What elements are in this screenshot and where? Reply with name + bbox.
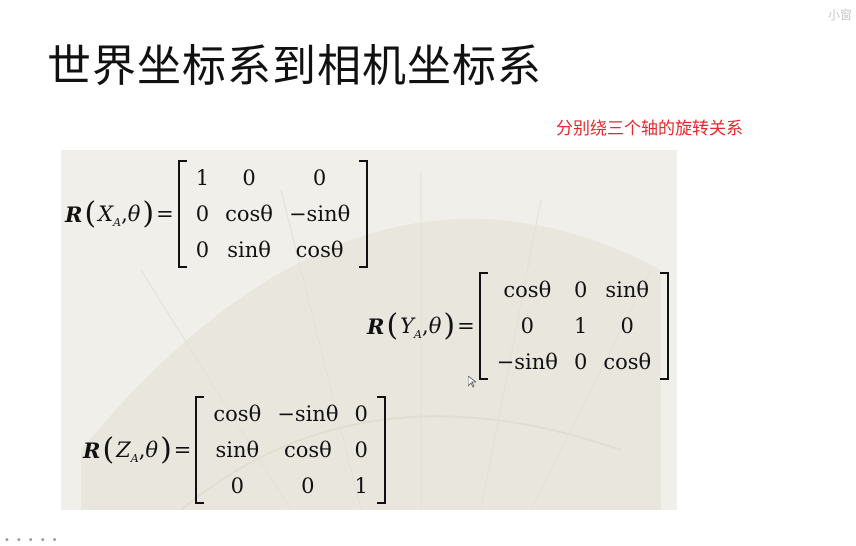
matrix-cell: 0 [312,166,327,190]
rotation-symbol: R [65,201,83,227]
slide-title: 世界坐标系到相机坐标系 [47,41,542,92]
matrix-cell: cosθ [283,438,332,462]
matrix-cell: sinθ [605,278,650,302]
matrix-cell: 1 [195,166,210,190]
matrix-cell: cosθ [503,278,552,302]
matrix-cell: 0 [242,166,256,190]
matrix-cell: cosθ [603,350,652,374]
matrix-y: cosθ 0 sinθ 0 1 0 −sinθ 0 cosθ [478,272,670,380]
axis-label: Y [400,314,415,338]
rotation-x-lhs: R ( XA,θ ) = [65,196,174,231]
rotation-symbol: R [367,313,385,339]
equals-sign: = [457,314,475,338]
matrix-cell: 0 [354,402,368,426]
matrix-cell: 0 [520,314,534,338]
rotation-z-lhs: R ( ZA,θ ) = [83,432,192,467]
equation-panel: R ( XA,θ ) = 1 0 0 0 cosθ −sinθ 0 sinθ cosθ R … [61,150,677,510]
matrix-cell: cosθ [213,402,262,426]
angle-symbol: θ [145,438,159,462]
equals-sign: = [156,202,174,226]
axis-label: Z [116,438,131,462]
matrix-cell: 0 [301,474,315,498]
corner-watermark: 小窗 [828,8,853,22]
matrix-cell: 0 [195,202,210,226]
angle-symbol: θ [428,314,442,338]
matrix-cell: −sinθ [288,202,351,226]
matrix-cell: sinθ [227,238,271,262]
matrix-cell: 0 [354,438,368,462]
matrix-cell: 0 [620,314,634,338]
axis-subscript: A [130,451,139,465]
rotation-matrix-z: R ( ZA,θ ) = cosθ −sinθ 0 sinθ cosθ 0 0 0 1 [83,396,386,504]
matrix-cell: 0 [573,350,588,374]
rotation-matrix-y: R ( YA,θ ) = cosθ 0 sinθ 0 1 0 −sinθ 0 cosθ [367,272,670,380]
axis-subscript: A [113,215,122,229]
rotation-matrix-x: R ( XA,θ ) = 1 0 0 0 cosθ −sinθ 0 sinθ cosθ [65,160,369,268]
matrix-z: cosθ −sinθ 0 sinθ cosθ 0 0 0 1 [195,396,386,504]
matrix-cell: 0 [573,278,588,302]
axis-subscript: A [414,327,422,341]
rotation-y-lhs: R ( YA,θ ) = [367,308,475,343]
matrix-cell: 1 [354,474,368,498]
matrix-cell: 0 [195,238,210,262]
angle-symbol: θ [127,202,141,226]
rotation-symbol: R [83,437,101,463]
matrix-cell: cosθ [295,238,344,262]
matrix-cell: 0 [230,474,244,498]
equals-sign: = [173,438,192,462]
matrix-cell: −sinθ [496,350,558,374]
mouse-cursor-icon [468,376,476,388]
matrix-cell: sinθ [215,438,260,462]
matrix-cell: cosθ [225,202,273,226]
axis-label: X [98,202,114,226]
matrix-cell: 1 [573,314,588,338]
slide-subtitle: 分别绕三个轴的旋转关系 [556,119,743,139]
matrix-x: 1 0 0 0 cosθ −sinθ 0 sinθ cosθ [177,160,369,268]
matrix-cell: −sinθ [277,402,339,426]
